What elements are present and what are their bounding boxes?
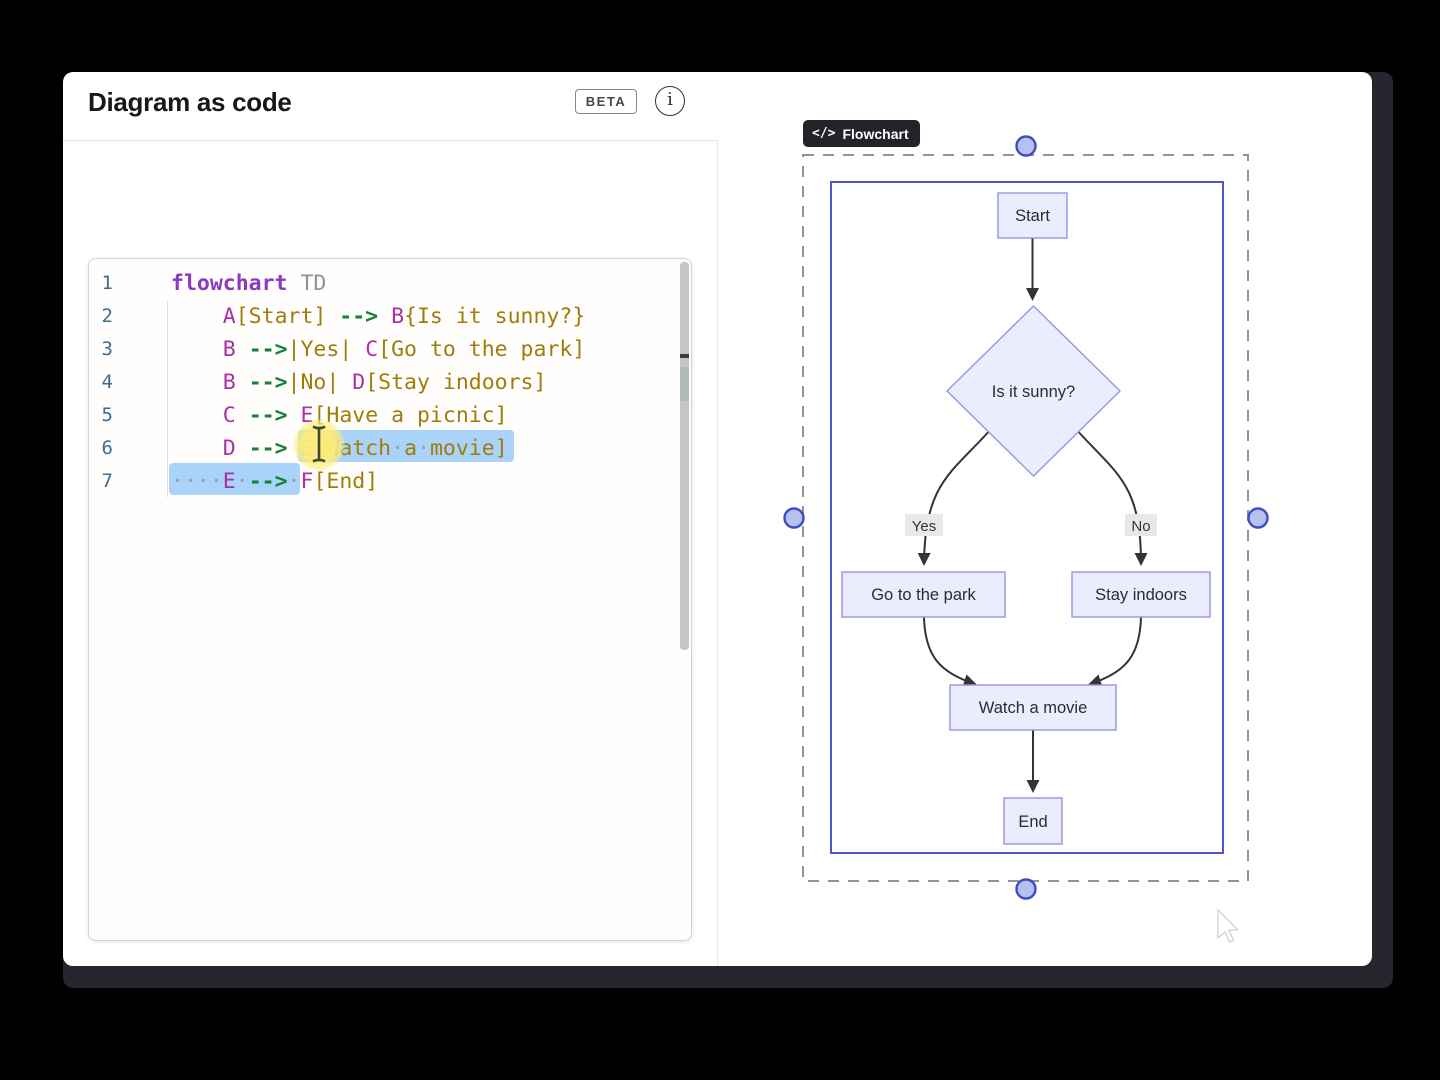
diagram-frame[interactable]	[831, 182, 1223, 853]
scrollbar-band	[680, 367, 689, 401]
node-go-to-the-park[interactable]: Go to the park	[842, 572, 1005, 617]
flowchart-diagram: Yes No Start Is it sunny? Go to the park…	[63, 72, 1372, 966]
editor-scrollbar[interactable]	[680, 262, 689, 650]
app-window: Diagram as code BETA i Generate a diagra…	[63, 72, 1372, 966]
edge-label-yes: Yes	[905, 514, 943, 536]
node-end[interactable]: End	[1004, 798, 1062, 844]
node-watch-a-movie[interactable]: Watch a movie	[950, 685, 1116, 730]
code-icon: </>	[812, 126, 835, 141]
svg-text:Go to the park: Go to the park	[871, 586, 976, 604]
svg-text:Stay indoors: Stay indoors	[1095, 586, 1187, 604]
flowchart-type-badge[interactable]: </> Flowchart	[803, 120, 920, 147]
edge-label-no: No	[1125, 514, 1157, 536]
svg-text:No: No	[1131, 518, 1150, 535]
mouse-pointer-ghost-icon	[1218, 910, 1238, 942]
node-stay-indoors[interactable]: Stay indoors	[1072, 572, 1210, 617]
resize-handle-left[interactable]	[785, 509, 804, 528]
svg-text:Start: Start	[1015, 207, 1050, 225]
scrollbar-mark	[680, 354, 689, 358]
svg-text:End: End	[1018, 813, 1047, 831]
node-start[interactable]: Start	[998, 193, 1067, 238]
resize-handle-bottom[interactable]	[1017, 880, 1036, 899]
resize-handle-right[interactable]	[1249, 509, 1268, 528]
badge-label: Flowchart	[842, 126, 908, 142]
resize-handle-top[interactable]	[1017, 137, 1036, 156]
svg-text:Is it sunny?: Is it sunny?	[992, 383, 1075, 401]
svg-text:Yes: Yes	[912, 518, 936, 535]
svg-text:Watch a movie: Watch a movie	[979, 699, 1088, 717]
